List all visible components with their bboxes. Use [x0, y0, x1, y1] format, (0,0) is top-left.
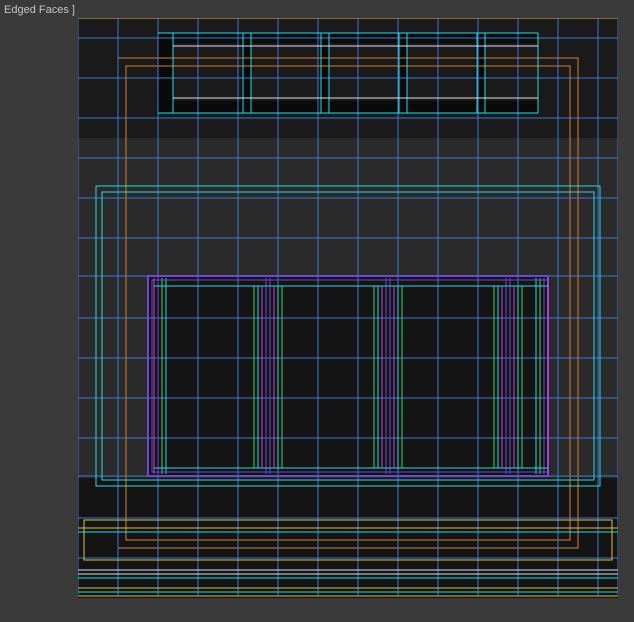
ceiling-panel-1	[173, 43, 241, 101]
wireframe-svg	[78, 18, 618, 598]
viewport-3d[interactable]: Edged Faces ]	[0, 0, 634, 622]
floor-bg	[78, 478, 618, 598]
ceiling-panel-3	[329, 43, 397, 101]
ceiling-panel-2	[251, 43, 319, 101]
ceiling-panel-4	[407, 43, 475, 101]
ceiling-panel-5	[485, 43, 538, 101]
scene-content	[78, 18, 618, 598]
viewport-label[interactable]: Edged Faces ]	[0, 2, 79, 18]
door-opening-bg	[148, 276, 548, 476]
